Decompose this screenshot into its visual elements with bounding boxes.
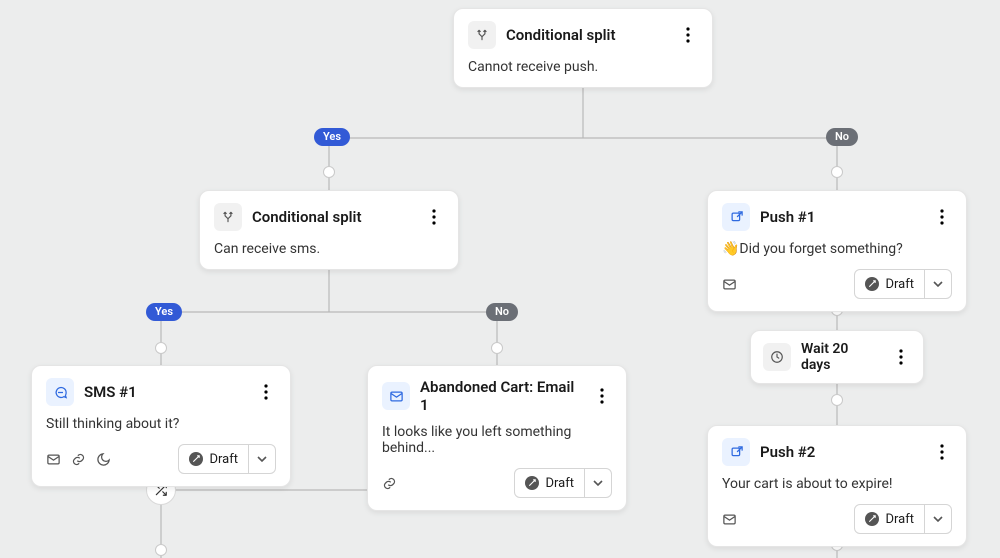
node-more-button[interactable] — [424, 207, 444, 227]
more-vertical-icon — [686, 27, 690, 43]
node-more-button[interactable] — [592, 386, 612, 406]
status-dot-icon — [865, 277, 879, 291]
branch-pill-yes: Yes — [314, 128, 350, 146]
connector-dot — [323, 166, 335, 178]
status-dropdown[interactable]: Draft — [854, 504, 952, 534]
connector-dot — [831, 166, 843, 178]
connector-dot — [491, 342, 503, 354]
more-vertical-icon — [432, 209, 436, 225]
node-description: Cannot receive push. — [468, 59, 698, 75]
chat-icon — [46, 378, 74, 406]
chevron-down-icon — [248, 445, 275, 473]
node-description: Your cart is about to expire! — [722, 476, 952, 492]
branch-pill-no: No — [826, 128, 858, 146]
connector-dot — [831, 394, 843, 406]
split-icon — [214, 203, 242, 231]
chevron-down-icon — [924, 505, 951, 533]
smart-send-icon — [46, 452, 61, 467]
more-vertical-icon — [940, 444, 944, 460]
more-vertical-icon — [899, 349, 903, 365]
node-more-button[interactable] — [256, 382, 276, 402]
node-title: Wait 20 days — [801, 341, 881, 373]
status-label: Draft — [209, 452, 238, 467]
node-email[interactable]: Abandoned Cart: Email 1 It looks like yo… — [367, 365, 627, 511]
smart-send-icon — [722, 277, 737, 292]
mail-icon — [382, 382, 410, 410]
status-dropdown[interactable]: Draft — [178, 444, 276, 474]
connector-dot — [155, 342, 167, 354]
clock-icon — [763, 343, 791, 371]
smart-send-icon — [722, 512, 737, 527]
node-title: Abandoned Cart: Email 1 — [420, 378, 582, 414]
node-wait[interactable]: Wait 20 days — [750, 330, 924, 384]
status-dot-icon — [525, 476, 539, 490]
more-vertical-icon — [600, 388, 604, 404]
more-vertical-icon — [940, 209, 944, 225]
node-title: SMS #1 — [84, 383, 137, 401]
chevron-down-icon — [584, 469, 611, 497]
branch-pill-yes: Yes — [146, 303, 182, 321]
link-icon — [382, 476, 397, 491]
status-dropdown[interactable]: Draft — [854, 269, 952, 299]
branch-pill-no: No — [486, 303, 518, 321]
node-description: Still thinking about it? — [46, 416, 276, 432]
connector-dot — [155, 544, 167, 556]
node-description: Can receive sms. — [214, 241, 444, 257]
node-description: It looks like you left something behind.… — [382, 424, 612, 456]
node-push[interactable]: Push #2 Your cart is about to expire! Dr… — [707, 425, 967, 547]
node-conditional-split[interactable]: Conditional split Cannot receive push. — [453, 8, 713, 88]
status-label: Draft — [885, 512, 914, 527]
node-title: Push #2 — [760, 443, 815, 461]
status-label: Draft — [885, 277, 914, 292]
node-more-button[interactable] — [678, 25, 698, 45]
status-dot-icon — [189, 452, 203, 466]
node-more-button[interactable] — [891, 347, 911, 367]
node-push[interactable]: Push #1 👋Did you forget something? Draft — [707, 190, 967, 312]
node-more-button[interactable] — [932, 207, 952, 227]
node-description: 👋Did you forget something? — [722, 241, 952, 257]
chevron-down-icon — [924, 270, 951, 298]
status-dot-icon — [865, 512, 879, 526]
push-icon — [722, 438, 750, 466]
node-title: Push #1 — [760, 208, 815, 226]
node-sms[interactable]: SMS #1 Still thinking about it? Draft — [31, 365, 291, 487]
node-title: Conditional split — [252, 208, 361, 226]
more-vertical-icon — [264, 384, 268, 400]
push-icon — [722, 203, 750, 231]
moon-icon — [96, 452, 111, 467]
split-icon — [468, 21, 496, 49]
status-dropdown[interactable]: Draft — [514, 468, 612, 498]
node-conditional-split[interactable]: Conditional split Can receive sms. — [199, 190, 459, 270]
node-title: Conditional split — [506, 26, 615, 44]
link-icon — [71, 452, 86, 467]
node-more-button[interactable] — [932, 442, 952, 462]
status-label: Draft — [545, 476, 574, 491]
